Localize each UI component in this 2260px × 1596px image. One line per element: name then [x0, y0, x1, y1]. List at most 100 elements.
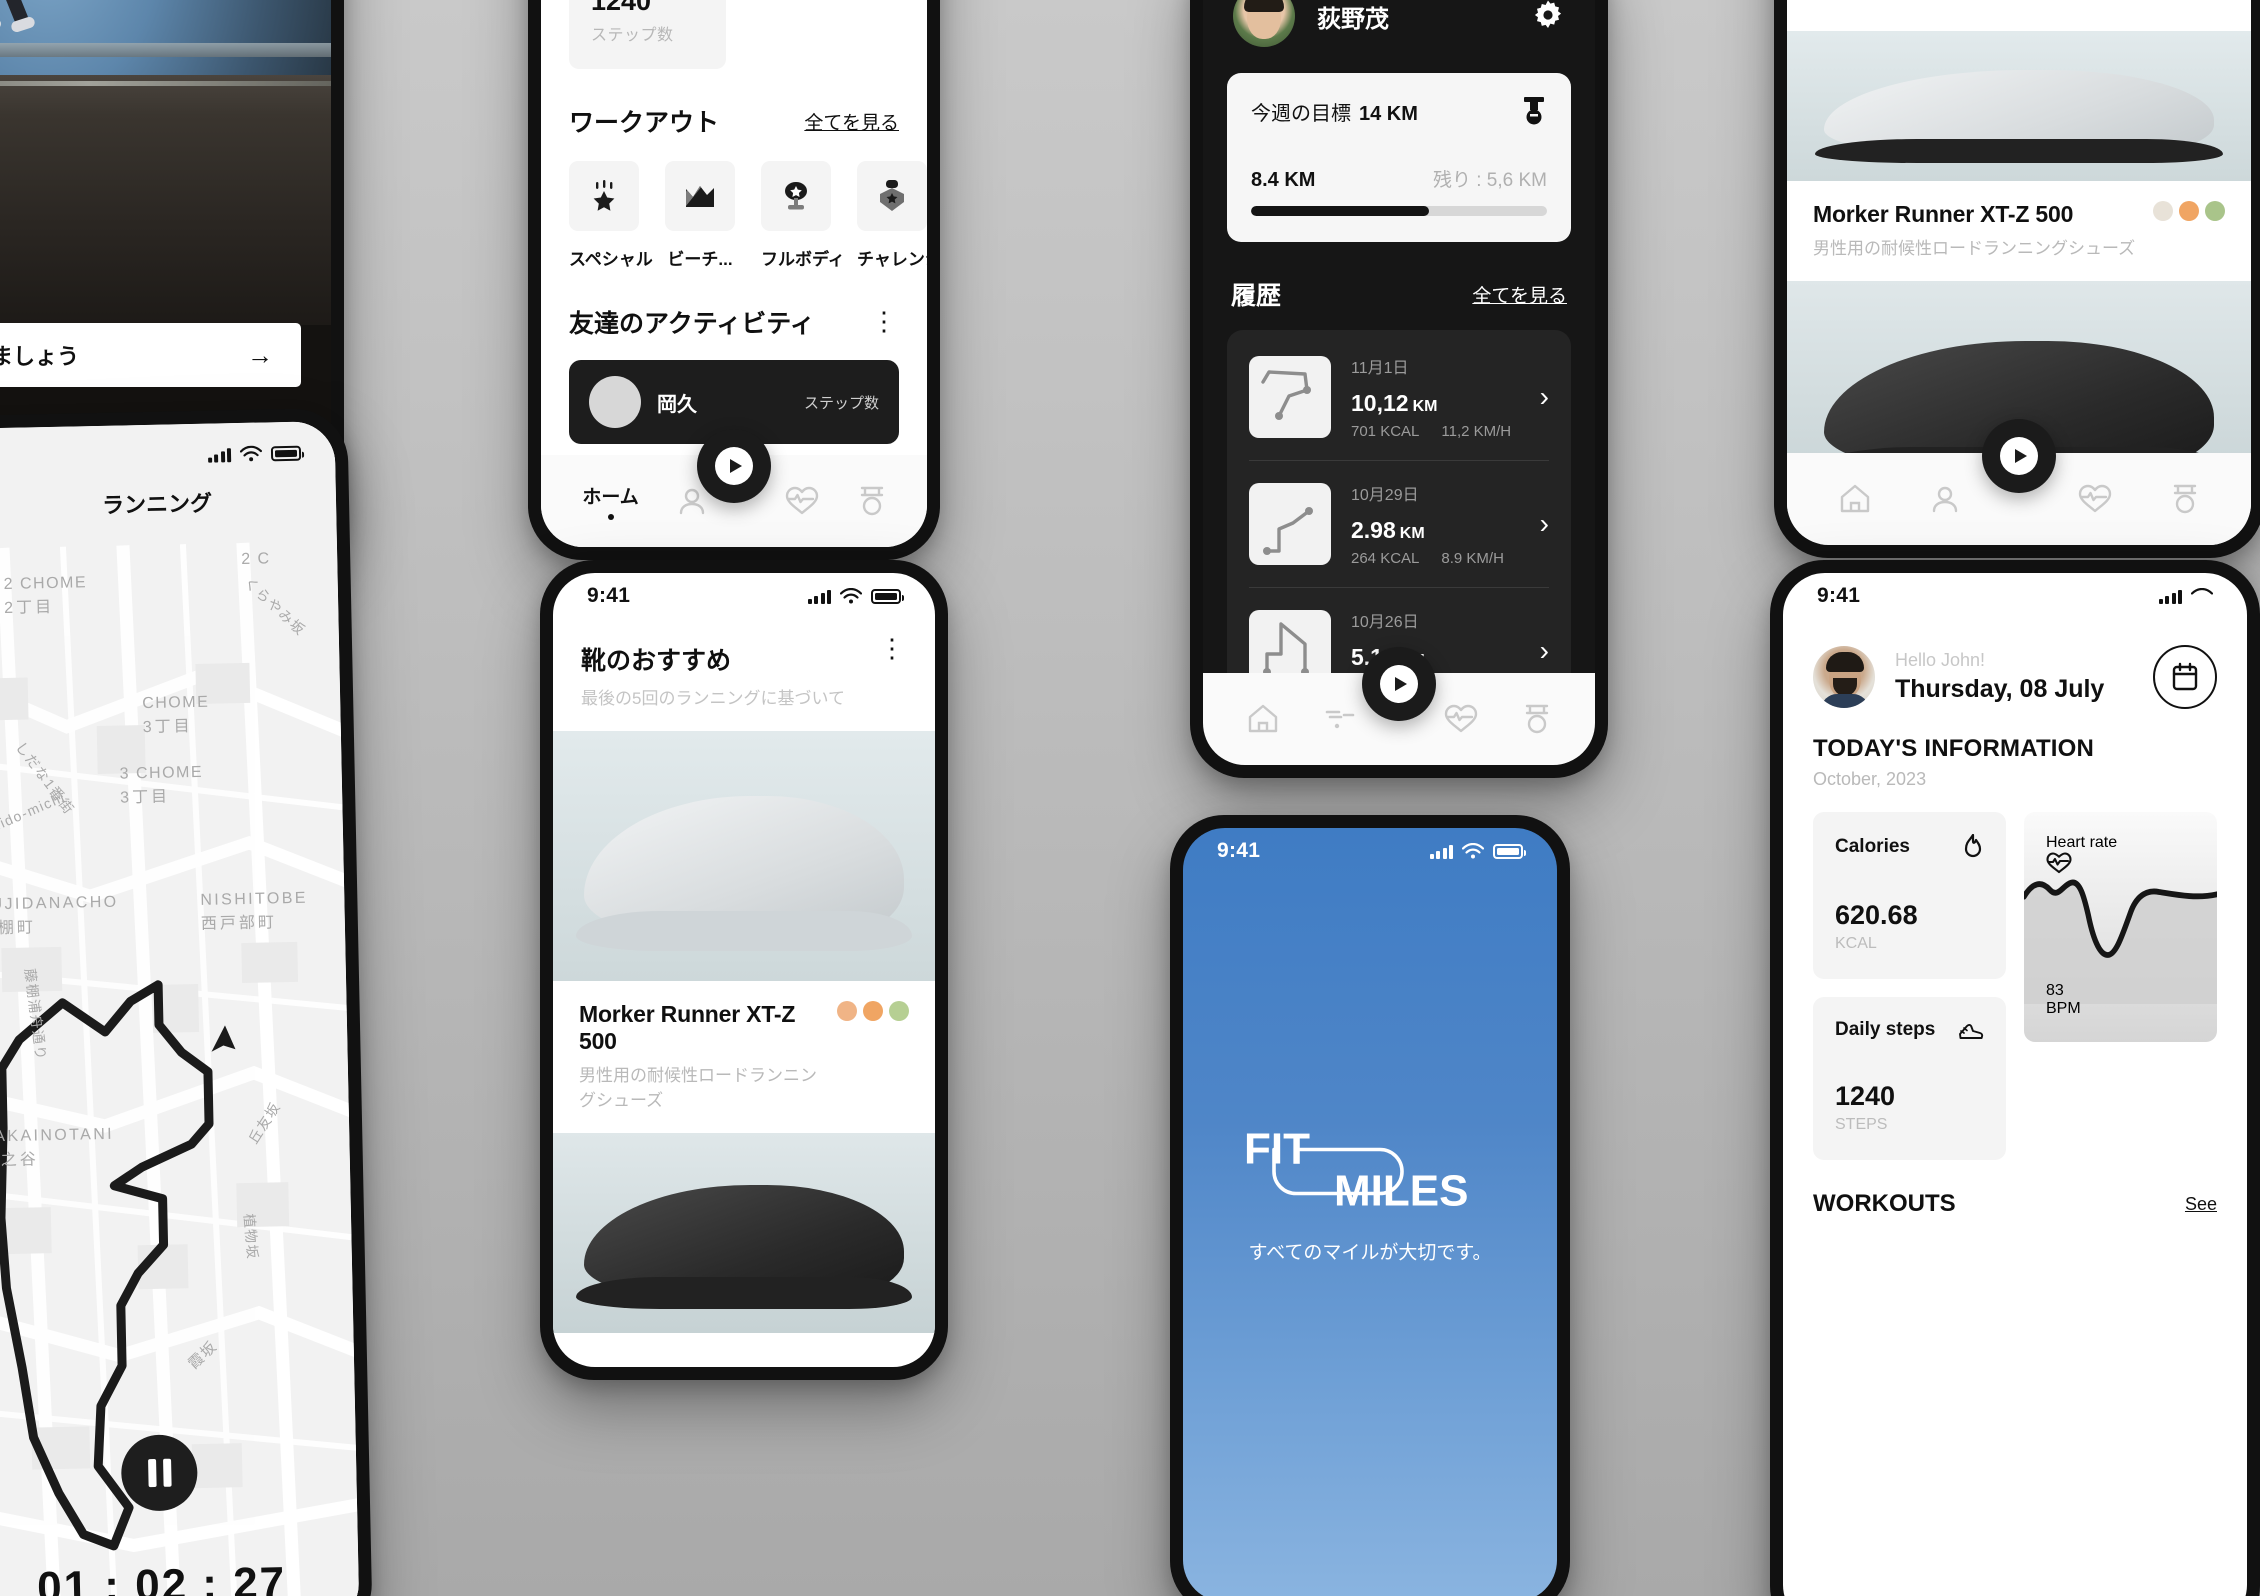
tab-profile[interactable] — [1930, 484, 1960, 514]
history-see-all-link[interactable]: 全てを見る — [1472, 281, 1567, 308]
swatch[interactable] — [2205, 201, 2225, 221]
kebab-menu-icon[interactable]: ⋮ — [879, 635, 907, 660]
weekly-goal-card[interactable]: 今週の目標 14 KM 8.4 KM 残り : 5,6 KM — [1227, 73, 1571, 242]
tab-awards[interactable] — [858, 485, 886, 517]
tab-awards[interactable] — [2171, 483, 2199, 515]
tab-awards[interactable] — [1523, 703, 1551, 735]
route-thumbnail — [1249, 483, 1331, 565]
hero-runner-photo — [0, 0, 331, 325]
workout-category[interactable]: チャレンジ — [857, 161, 927, 270]
daily-steps-card[interactable]: 日々のステップ 1240 ステップ数 — [569, 0, 726, 69]
tab-home[interactable] — [1247, 704, 1279, 734]
workouts-title: ワークアウト — [569, 109, 720, 137]
phone-splash: 9:41 FIT MILES すべてのマイルが大切です。 — [1170, 815, 1570, 1596]
battery-icon — [270, 445, 302, 461]
history-date: 11月1日 — [1351, 360, 1409, 377]
workout-category-row: スペシャル ビーチ... フルボディ チャレン — [569, 161, 927, 270]
stats-grid: 620.68 KCAL 日々のステップ — [569, 0, 899, 69]
run-tracker-screen: CHO 2 CHOME 2丁目 CHOME 3丁目 3 CHOME 3丁目 FU… — [0, 421, 360, 1596]
wifi-icon — [2191, 588, 2213, 604]
swatch[interactable] — [2153, 201, 2173, 221]
runner-figure — [0, 0, 57, 79]
product-image[interactable] — [1787, 31, 2251, 181]
gear-icon[interactable] — [1531, 0, 1565, 33]
daily-steps-header: Daily steps — [1835, 1019, 1984, 1041]
pause-icon — [147, 1458, 157, 1488]
status-bar: 9:41 — [1183, 828, 1557, 874]
tab-home-label: ホーム — [582, 487, 639, 508]
workout-category[interactable]: ビーチ... — [665, 161, 735, 270]
workouts-title: WORKOUTS — [1813, 1190, 1956, 1217]
workout-category[interactable]: フルボディ — [761, 161, 845, 270]
start-run-fab[interactable] — [1362, 647, 1436, 721]
color-swatches[interactable] — [2153, 201, 2225, 221]
play-icon — [2000, 437, 2038, 475]
kebab-menu-icon[interactable]: ⋮ — [871, 309, 899, 334]
workouts-section-header: ワークアウト 全てを見る — [569, 103, 899, 139]
tab-health[interactable] — [1444, 704, 1478, 734]
product-image[interactable] — [553, 731, 935, 981]
wifi-icon — [239, 445, 263, 462]
history-calories: 701 KCAL — [1351, 423, 1420, 440]
workouts-see-all-link[interactable]: 全てを見る — [804, 108, 899, 135]
chevron-right-icon[interactable]: › — [1540, 381, 1549, 413]
home-icon — [1839, 484, 1871, 514]
get-started-button[interactable]: を始めましょう → — [0, 323, 301, 387]
shoe-sole — [1814, 139, 2224, 163]
map-label-en: 2 C — [241, 550, 271, 568]
shoe-list-screen: Morker Runner XT-Z 500 男性用の耐候性ロードランニングシュ… — [1787, 0, 2251, 545]
swatch[interactable] — [837, 1001, 857, 1021]
current-date: Thursday, 08 July — [1895, 675, 2105, 703]
heart-rate-card[interactable]: Heart rate 83 BPM — [2024, 812, 2217, 1042]
tab-profile[interactable] — [677, 486, 707, 516]
workout-category-label: スペシャル — [569, 250, 653, 269]
product-image[interactable] — [553, 1133, 935, 1333]
tab-list[interactable] — [1324, 706, 1356, 732]
color-swatches[interactable] — [837, 1001, 909, 1021]
tab-health[interactable] — [2078, 484, 2112, 514]
status-bar: 41 — [0, 429, 335, 483]
start-run-fab[interactable] — [1982, 419, 2056, 493]
fitmiles-logo-icon: FIT MILES — [1244, 1124, 1468, 1215]
calories-card[interactable]: Calories 620.68 KCAL — [1813, 812, 2006, 979]
map-label-jp: 境之谷 — [0, 1151, 39, 1170]
shoe-recommend-screen: 9:41 靴のおすすめ 最後の5回のランニングに基づいて ⋮ Morker Ru… — [553, 573, 935, 1367]
swatch[interactable] — [2179, 201, 2199, 221]
medal-icon — [1521, 95, 1547, 127]
daily-steps-card[interactable]: Daily steps 1240 STEPS — [1813, 997, 2006, 1160]
tab-home[interactable] — [1839, 484, 1871, 514]
table-row[interactable]: 10月29日 2.98 KM 264 KCAL 8.9 KM/H › — [1249, 461, 1549, 588]
calendar-icon[interactable] — [2153, 645, 2217, 709]
workout-category[interactable]: スペシャル — [569, 161, 653, 270]
start-run-fab[interactable] — [697, 429, 771, 503]
workouts-see-all-link[interactable]: See — [2185, 1194, 2217, 1215]
history-section-header: 履歴 全てを見る — [1203, 242, 1595, 330]
avatar[interactable] — [1233, 0, 1295, 47]
status-bar: 9:41 — [1783, 573, 2247, 619]
swatch[interactable] — [863, 1001, 883, 1021]
splash-tagline: すべてのマイルが大切です。 — [1248, 1242, 1492, 1264]
section-subtitle: October, 2023 — [1813, 769, 1927, 789]
map-label-jp: 2丁目 — [4, 598, 55, 617]
product-description: 男性用の耐候性ロードランニングシューズ — [1813, 239, 2136, 258]
map-label-en: SAKAINOTANI — [0, 1125, 115, 1146]
map-canvas[interactable]: CHO 2 CHOME 2丁目 CHOME 3丁目 3 CHOME 3丁目 FU… — [0, 421, 360, 1596]
swatch[interactable] — [889, 1001, 909, 1021]
tab-home[interactable]: ホーム — [582, 482, 639, 520]
goal-target: 14 KM — [1359, 102, 1418, 125]
tab-health[interactable] — [785, 486, 819, 516]
arrow-right-icon: → — [247, 339, 273, 370]
chevron-right-icon[interactable]: › — [1540, 508, 1549, 540]
app-logo: FIT MILES — [1183, 1119, 1557, 1215]
status-icons — [2158, 588, 2213, 604]
battery-icon — [1493, 843, 1526, 859]
avatar[interactable] — [1813, 646, 1875, 708]
profile-header: 荻野茂 — [1203, 0, 1595, 73]
product-info: Morker Runner XT-Z 500 男性用の耐候性ロードランニングシュ… — [1787, 181, 2251, 281]
history-metrics: 264 KCAL 8.9 KM/H — [1351, 550, 1520, 567]
medal-icon — [2171, 483, 2199, 515]
status-icons — [207, 445, 302, 463]
map-label-jp: 3丁目 — [120, 788, 171, 807]
table-row[interactable]: 11月1日 10,12 KM 701 KCAL 11,2 KM/H › — [1249, 334, 1549, 461]
chevron-right-icon[interactable]: › — [1540, 635, 1549, 667]
